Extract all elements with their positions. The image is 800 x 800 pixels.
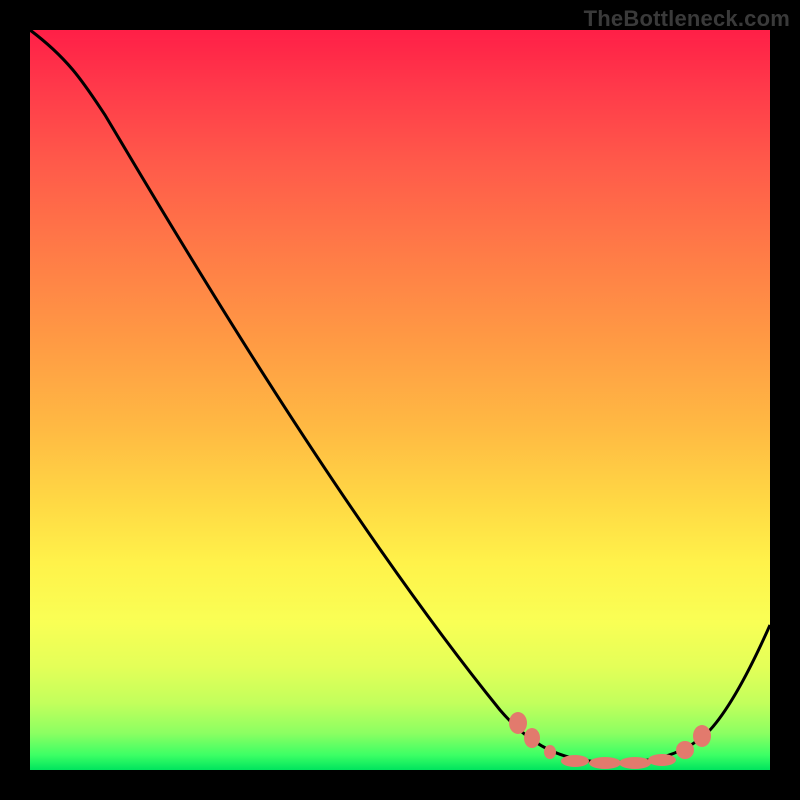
- marker-dot: [561, 755, 589, 767]
- marker-dot: [524, 728, 540, 748]
- marker-dot: [509, 712, 527, 734]
- plot-area: [30, 30, 770, 770]
- marker-dot: [619, 757, 651, 769]
- marker-dot: [544, 745, 556, 759]
- marker-group: [509, 712, 711, 769]
- curve-layer: [30, 30, 770, 770]
- marker-dot: [648, 754, 676, 766]
- marker-dot: [693, 725, 711, 747]
- chart-frame: TheBottleneck.com: [0, 0, 800, 800]
- bottleneck-curve: [30, 30, 770, 762]
- marker-dot: [589, 757, 621, 769]
- watermark-text: TheBottleneck.com: [584, 6, 790, 32]
- marker-dot: [676, 741, 694, 759]
